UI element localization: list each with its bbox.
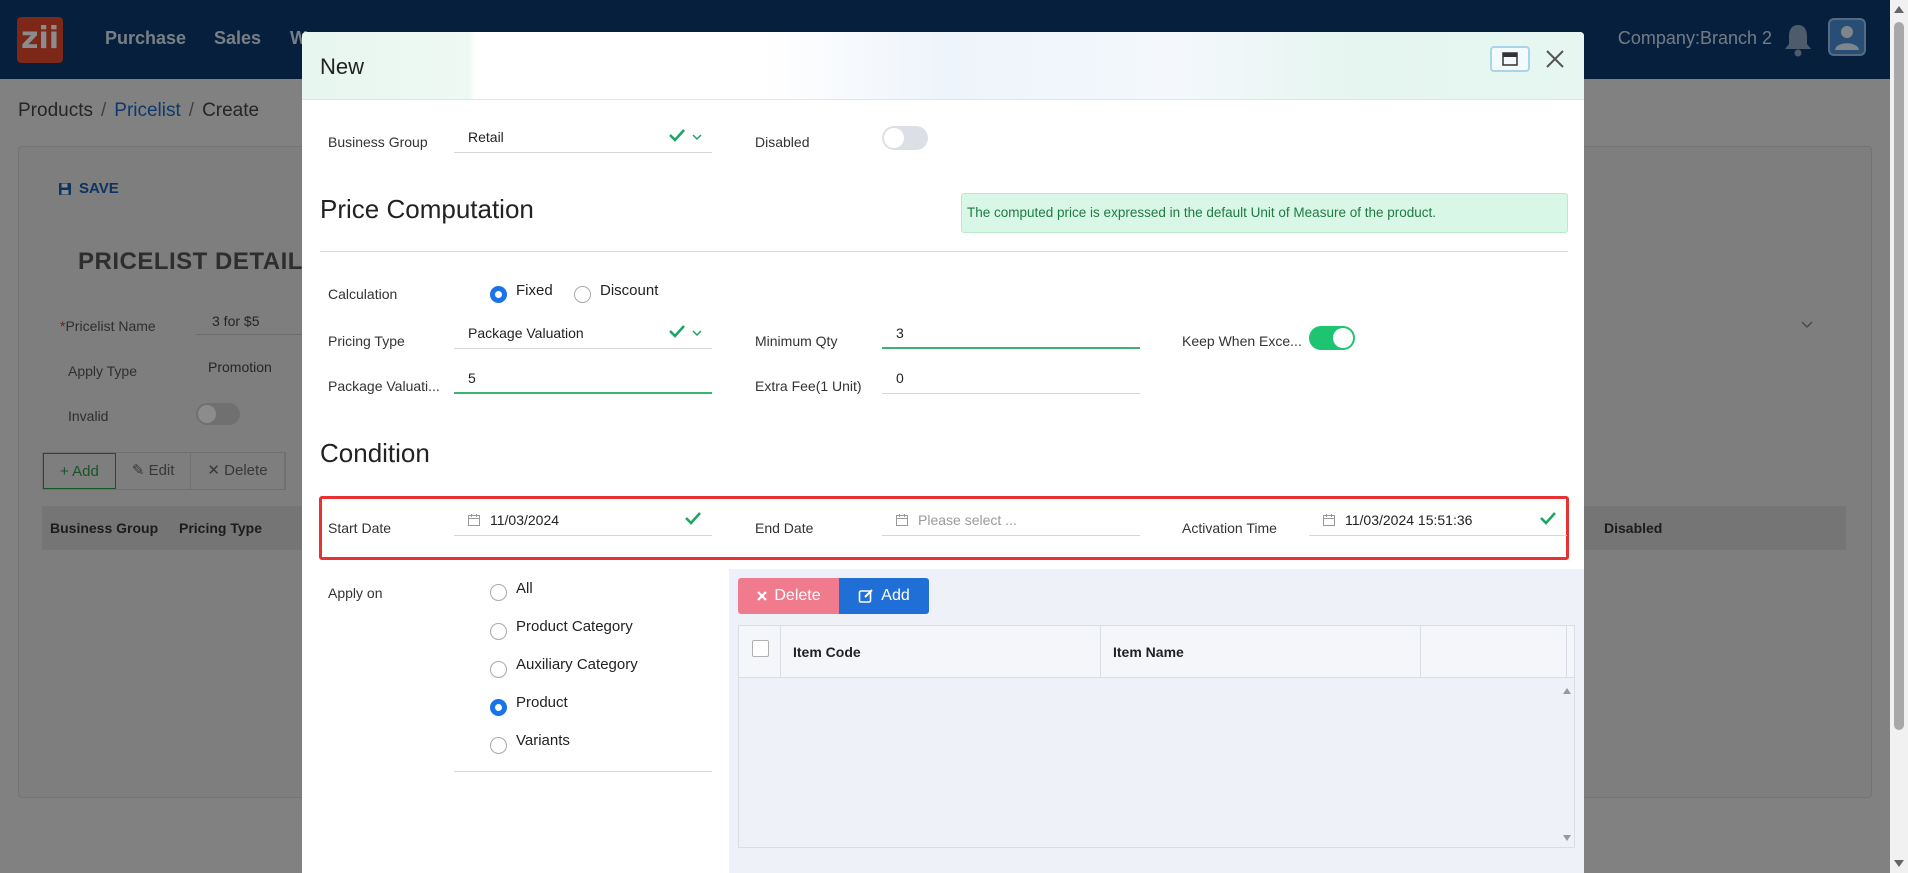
scroll-up-arrow[interactable] xyxy=(1894,6,1904,13)
end-date-label: End Date xyxy=(755,520,814,536)
item-table: Item Code Item Name xyxy=(738,625,1575,848)
package-valuation-label: Package Valuati... xyxy=(328,378,440,394)
extra-fee-label: Extra Fee(1 Unit) xyxy=(755,378,862,394)
business-group-label: Business Group xyxy=(328,134,428,150)
edit-square-icon xyxy=(858,589,873,603)
section-divider xyxy=(320,251,1568,252)
extra-fee-input[interactable]: 0 xyxy=(882,364,1140,394)
calendar-icon xyxy=(896,514,908,526)
select-all-checkbox[interactable] xyxy=(752,640,769,657)
apply-on-underline xyxy=(454,771,712,772)
chevron-down-icon[interactable] xyxy=(692,133,702,141)
check-icon xyxy=(669,325,685,338)
col-item-code[interactable]: Item Code xyxy=(781,626,1101,678)
calculation-fixed-radio[interactable] xyxy=(490,286,507,303)
maximize-button[interactable] xyxy=(1490,46,1530,72)
pricing-type-label: Pricing Type xyxy=(328,333,405,349)
keep-when-exceed-toggle[interactable] xyxy=(1309,326,1355,350)
price-computation-heading: Price Computation xyxy=(320,194,534,224)
item-table-header: Item Code Item Name xyxy=(739,626,1574,678)
end-date-picker[interactable]: Please select ... xyxy=(882,506,1140,536)
apply-on-all-radio[interactable] xyxy=(490,584,507,601)
x-icon xyxy=(757,591,768,601)
pricing-type-select[interactable]: Package Valuation xyxy=(454,319,712,349)
page-scrollbar[interactable] xyxy=(1890,0,1908,873)
col-extra xyxy=(1421,626,1567,678)
delete-item-button[interactable]: Delete xyxy=(738,578,839,614)
start-date-picker[interactable]: 11/03/2024 xyxy=(454,506,712,536)
new-pricelist-item-dialog: New Business Group Retail Disabled Price… xyxy=(302,32,1584,873)
scroll-thumb[interactable] xyxy=(1894,22,1904,730)
minimum-qty-label: Minimum Qty xyxy=(755,333,838,349)
apply-on-product-category-label[interactable]: Product Category xyxy=(516,618,633,635)
apply-on-label: Apply on xyxy=(328,585,383,601)
calculation-fixed-label[interactable]: Fixed xyxy=(516,282,553,299)
calculation-label: Calculation xyxy=(328,286,398,302)
calendar-icon xyxy=(1323,514,1335,526)
business-group-select[interactable]: Retail xyxy=(454,123,712,153)
select-all-cell xyxy=(739,626,781,678)
apply-on-all-label[interactable]: All xyxy=(516,580,533,597)
close-icon[interactable] xyxy=(1544,48,1566,70)
activation-time-picker[interactable]: 11/03/2024 15:51:36 xyxy=(1309,506,1567,536)
chevron-down-icon[interactable] xyxy=(692,329,702,337)
maximize-icon xyxy=(1502,52,1518,66)
apply-on-variants-label[interactable]: Variants xyxy=(516,732,570,749)
disabled-label: Disabled xyxy=(755,134,810,150)
keep-when-exceed-label: Keep When Exce... xyxy=(1182,333,1302,349)
dialog-title: New xyxy=(320,54,365,79)
table-scroll-up[interactable] xyxy=(1563,688,1571,694)
check-icon xyxy=(669,129,685,142)
minimum-qty-input[interactable]: 3 xyxy=(882,319,1140,349)
calculation-discount-label[interactable]: Discount xyxy=(600,282,658,299)
condition-heading: Condition xyxy=(320,438,430,468)
apply-on-product-category-radio[interactable] xyxy=(490,623,507,640)
disabled-toggle[interactable] xyxy=(882,126,928,150)
apply-on-auxiliary-category-radio[interactable] xyxy=(490,661,507,678)
start-date-label: Start Date xyxy=(328,520,392,536)
apply-on-auxiliary-category-label[interactable]: Auxiliary Category xyxy=(516,656,638,673)
activation-time-label: Activation Time xyxy=(1182,520,1277,536)
col-item-name[interactable]: Item Name xyxy=(1101,626,1421,678)
apply-on-product-label[interactable]: Product xyxy=(516,694,568,711)
package-valuation-input[interactable]: 5 xyxy=(454,364,712,394)
calculation-discount-radio[interactable] xyxy=(574,286,591,303)
dialog-header: New xyxy=(302,32,1584,100)
add-item-button[interactable]: Add xyxy=(839,578,929,614)
check-icon xyxy=(685,512,701,525)
uom-info-banner: The computed price is expressed in the d… xyxy=(961,193,1568,233)
calendar-icon xyxy=(468,514,480,526)
apply-on-product-radio[interactable] xyxy=(490,699,507,716)
table-scroll-down[interactable] xyxy=(1563,835,1571,841)
apply-on-variants-radio[interactable] xyxy=(490,737,507,754)
scroll-down-arrow[interactable] xyxy=(1894,860,1904,867)
check-icon xyxy=(1540,512,1556,525)
